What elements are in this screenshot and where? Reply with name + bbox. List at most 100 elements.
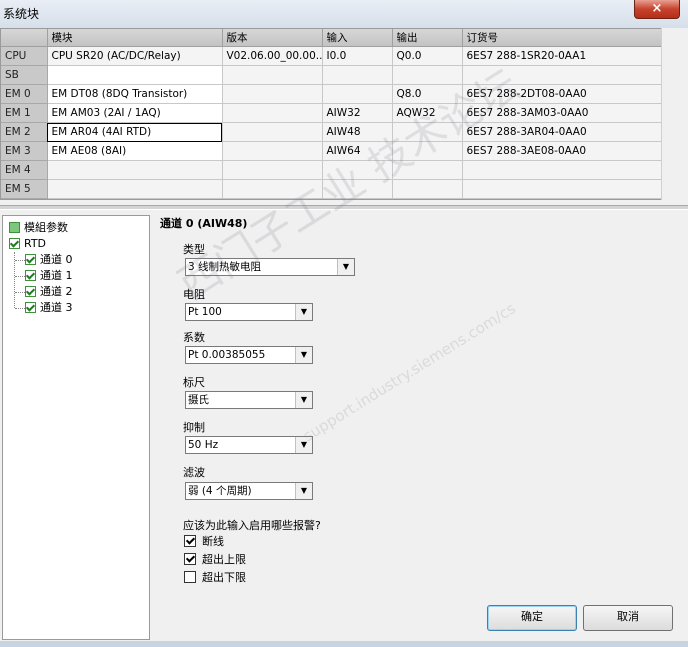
input-cell [322,84,393,104]
row-label: EM 1 [1,103,48,123]
col-header-input: 输入 [322,29,393,47]
module-cell-selected[interactable]: EM AR04 (4AI RTD) [47,122,223,142]
scale-select[interactable]: 摄氏 ▼ [185,391,313,409]
channel-settings-panel: 通道 0 (AIW48) 类型 3 线制热敏电阻 ▼ 电阻 Pt 100 ▼ 系… [155,212,685,642]
input-cell: AIW32 [322,103,393,123]
tree-item-label: 通道 3 [40,301,73,314]
module-cell[interactable]: EM AM03 (2AI / 1AQ) [47,103,223,123]
output-cell [392,65,463,85]
table-row[interactable]: EM 4 [1,160,663,180]
table-row-selected[interactable]: EM 2 EM AR04 (4AI RTD) AIW48 6ES7 288-3A… [1,122,663,142]
filter-label: 滤波 [183,466,205,479]
table-row[interactable]: EM 3 EM AE08 (8AI) AIW64 6ES7 288-3AE08-… [1,141,663,161]
version-cell [222,84,323,104]
row-label: EM 5 [1,179,48,199]
output-cell: Q0.0 [392,46,463,66]
module-cell[interactable] [47,160,223,180]
rejection-label: 抑制 [183,421,205,434]
dropdown-arrow-icon[interactable]: ▼ [295,392,312,408]
output-cell: Q8.0 [392,84,463,104]
col-header-module: 模块 [47,29,223,47]
table-row[interactable]: EM 0 EM DT08 (8DQ Transistor) Q8.0 6ES7 … [1,84,663,104]
order-number-cell: 6ES7 288-3AE08-0AA0 [462,141,663,161]
module-cell[interactable]: EM AE08 (8AI) [47,141,223,161]
row-label: CPU [1,46,48,66]
table-header-row: 模块 版本 输入 输出 订货号 [1,29,663,47]
tree-item-channel-1[interactable]: 通道 1 [25,268,73,284]
output-cell [392,160,463,180]
cancel-button[interactable]: 取消 [583,605,673,631]
input-cell [322,160,393,180]
ok-button[interactable]: 确定 [487,605,577,631]
col-header-output: 输出 [392,29,463,47]
row-label: EM 3 [1,141,48,161]
coefficient-value: Pt 0.00385055 [188,349,266,361]
rejection-value: 50 Hz [188,439,219,451]
order-number-cell: 6ES7 288-3AR04-0AA0 [462,122,663,142]
checkbox-checked-icon [25,253,36,265]
tree-item-label: 通道 0 [40,253,73,266]
checkbox-checked-icon[interactable] [184,553,196,565]
version-cell: V02.06.00_00.00... [222,46,323,66]
tree-item-channel-0[interactable]: 通道 0 [25,252,73,268]
output-cell: AQW32 [392,103,463,123]
taskbar-strip [0,641,688,647]
alarm-wire-break-checkbox[interactable]: 断线 [184,534,224,550]
alarm-lower-limit-checkbox[interactable]: 超出下限 [184,570,246,586]
coefficient-select[interactable]: Pt 0.00385055 ▼ [185,346,313,364]
table-row[interactable]: EM 5 [1,179,663,199]
checkbox-icon [9,221,20,233]
input-cell [322,65,393,85]
dropdown-arrow-icon[interactable]: ▼ [295,483,312,499]
resistance-value: Pt 100 [188,306,222,318]
module-cell[interactable]: EM DT08 (8DQ Transistor) [47,84,223,104]
type-select[interactable]: 3 线制热敏电阻 ▼ [185,258,355,276]
table-scrollbar[interactable] [661,28,688,200]
module-cell[interactable] [47,179,223,199]
alarm-label: 断线 [202,535,224,548]
checkbox-checked-icon [25,301,36,313]
scale-label: 标尺 [183,376,205,389]
checkbox-checked-icon [25,285,36,297]
close-button[interactable]: × [634,0,680,19]
module-cell[interactable] [47,65,223,85]
order-number-cell: 6ES7 288-1SR20-0AA1 [462,46,663,66]
tree-item-label: 模組参数 [24,221,68,234]
tree-item-label: 通道 1 [40,269,73,282]
tree-item-channel-2[interactable]: 通道 2 [25,284,73,300]
resistance-select[interactable]: Pt 100 ▼ [185,303,313,321]
dropdown-arrow-icon[interactable]: ▼ [337,259,354,275]
version-cell [222,65,323,85]
scale-value: 摄氏 [188,394,209,406]
type-value: 3 线制热敏电阻 [188,261,262,273]
dropdown-arrow-icon[interactable]: ▼ [295,347,312,363]
col-header-order-number: 订货号 [462,29,663,47]
splitter[interactable] [0,205,688,210]
order-number-cell [462,160,663,180]
output-cell [392,141,463,161]
alarm-upper-limit-checkbox[interactable]: 超出上限 [184,552,246,568]
tree-item-module-params[interactable]: 模組参数 [9,220,68,236]
rejection-select[interactable]: 50 Hz ▼ [185,436,313,454]
checkbox-checked-icon[interactable] [184,535,196,547]
checkbox-unchecked-icon[interactable] [184,571,196,583]
coefficient-label: 系数 [183,331,205,344]
parameter-tree: 模組参数 RTD 通道 0 通道 1 通道 2 通道 3 [2,215,150,640]
dropdown-arrow-icon[interactable]: ▼ [295,437,312,453]
version-cell [222,103,323,123]
order-number-cell [462,65,663,85]
order-number-cell: 6ES7 288-3AM03-0AA0 [462,103,663,123]
table-row[interactable]: EM 1 EM AM03 (2AI / 1AQ) AIW32 AQW32 6ES… [1,103,663,123]
tree-item-channel-3[interactable]: 通道 3 [25,300,73,316]
filter-select[interactable]: 弱 (4 个周期) ▼ [185,482,313,500]
table-row[interactable]: SB [1,65,663,85]
output-cell [392,179,463,199]
tree-item-rtd[interactable]: RTD [9,236,46,252]
dropdown-arrow-icon[interactable]: ▼ [295,304,312,320]
module-cell[interactable]: CPU SR20 (AC/DC/Relay) [47,46,223,66]
input-cell: AIW48 [322,122,393,142]
table-row[interactable]: CPU CPU SR20 (AC/DC/Relay) V02.06.00_00.… [1,46,663,66]
alarm-label: 超出上限 [202,553,246,566]
row-label: EM 2 [1,122,48,142]
output-cell [392,122,463,142]
